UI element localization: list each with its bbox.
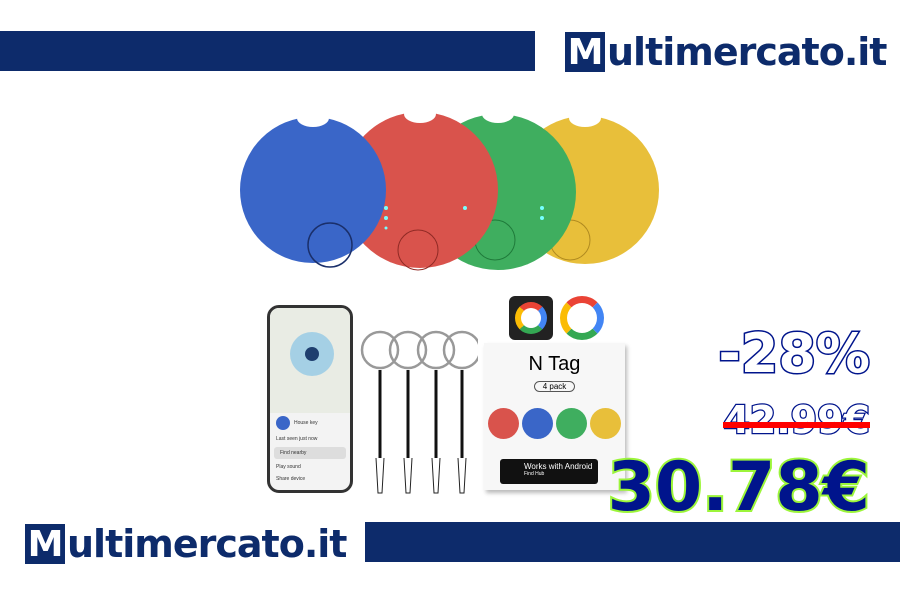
play-sound: Play sound	[276, 464, 301, 470]
share-device: Share device	[276, 476, 306, 482]
device-name: House key	[294, 420, 318, 426]
box-tags	[484, 408, 625, 439]
logo-initial: M	[25, 524, 65, 565]
find-nearby: Find nearby	[274, 447, 346, 459]
phone-app-screenshot: House key Last seen just now Find nearby…	[267, 305, 353, 493]
badge-title: Works with Android	[524, 462, 593, 471]
works-with-android-badge: Works with Android Find Hub	[500, 459, 598, 484]
brand-logo-top: Multimercato.it	[565, 30, 887, 74]
discount-badge: -28%	[717, 321, 872, 387]
tracker-tags-image	[240, 105, 659, 271]
logo-text: ultimercato.it	[607, 30, 887, 74]
new-price: 30.78€	[606, 446, 872, 529]
box-pack-label: 4 pack	[533, 381, 576, 392]
find-hub-app-icon	[509, 296, 553, 340]
keychains-image	[360, 330, 478, 494]
map-view	[270, 308, 350, 413]
old-price: 42.99€	[722, 397, 871, 444]
box-title: N Tag	[528, 353, 581, 375]
bottom-banner-bar	[365, 522, 900, 562]
logo-text: ultimercato.it	[67, 522, 347, 566]
product-box: N Tag 4 pack Works with Android Find Hub	[484, 343, 625, 490]
ring-logo-icon	[560, 296, 604, 340]
device-status: Last seen just now	[276, 436, 318, 442]
badge-subtitle: Find Hub	[524, 471, 545, 477]
top-banner-bar	[0, 31, 535, 71]
logo-initial: M	[565, 32, 605, 73]
brand-logo-bottom: Multimercato.it	[25, 522, 347, 566]
